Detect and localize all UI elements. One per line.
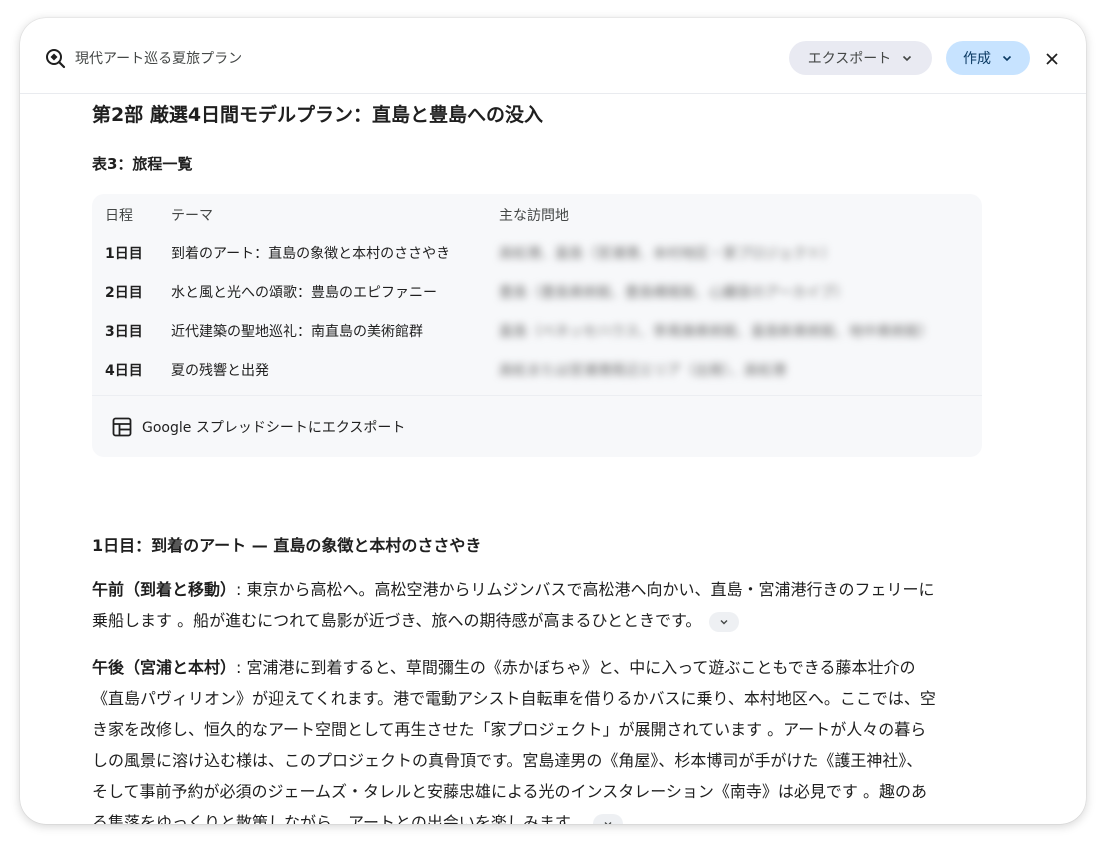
day-cell: 1日目 bbox=[105, 246, 143, 262]
export-to-sheets-label: Google スプレッドシートにエクスポート bbox=[142, 419, 406, 436]
chevron-down-icon bbox=[720, 619, 728, 624]
theme-cell: 到着のアート：直島の象徴と本村のささやき bbox=[171, 246, 451, 262]
morning-label: 午前（到着と移動） bbox=[92, 580, 237, 599]
chevron-down-icon bbox=[604, 821, 612, 824]
paragraph-line: 午後（宮浦と本村）: 宮浦港に到着すると、草間彌生の《赤かぼちゃ》と、中に入って… bbox=[92, 652, 1012, 683]
places-cell: 高松または宮浦港周辺エリア（出発）、高松港 bbox=[499, 363, 786, 379]
paragraph-line: 午前（到着と移動）: 東京から高松へ。高松空港からリムジンバスで高松港へ向かい、… bbox=[92, 574, 1012, 605]
day-cell: 4日目 bbox=[105, 363, 143, 379]
chevron-down-icon bbox=[901, 52, 913, 64]
places-cell: 高松港、直島（宮浦港、本村地区・家プロジェクト） bbox=[499, 246, 835, 262]
day-cell: 3日目 bbox=[105, 324, 143, 340]
column-header-places: 主な訪問地 bbox=[499, 208, 569, 224]
create-button[interactable]: 作成 bbox=[946, 41, 1030, 75]
paragraph-line: 《直島パヴィリオン》が迎えてくれます。港で電動アシスト自転車を借りるかバスに乗り… bbox=[92, 689, 936, 708]
expand-source-button[interactable] bbox=[593, 813, 624, 824]
expand-source-button[interactable] bbox=[709, 611, 740, 632]
morning-text: 乗船します 。船が進むにつれて島影が近づき、旅への期待感が高まるひとときです。 bbox=[92, 611, 702, 630]
theme-cell: 水と風と光への頌歌：豊島のエピファニー bbox=[171, 285, 437, 301]
table-row: 1日目 到着のアート：直島の象徴と本村のささやき 高松港、直島（宮浦港、本村地区… bbox=[92, 232, 982, 271]
paragraph-line: 乗船します 。船が進むにつれて島影が近づき、旅への期待感が高まるひとときです。 bbox=[92, 605, 1012, 636]
table-header-row: 日程 テーマ 主な訪問地 bbox=[92, 194, 982, 233]
theme-cell: 夏の残響と出発 bbox=[171, 363, 269, 379]
day1-heading: 1日目：到着のアート — 直島の象徴と本村のささやき bbox=[92, 536, 482, 555]
theme-cell: 近代建築の聖地巡礼：南直島の美術館群 bbox=[171, 324, 423, 340]
afternoon-text: る集落をゆっくりと散策しながら、アートとの出会いを楽しみます。 bbox=[92, 813, 586, 824]
export-to-sheets-button[interactable]: Google スプレッドシートにエクスポート bbox=[92, 395, 982, 457]
document-window: 現代アート巡る夏旅プラン エクスポート 作成 第2部 厳選4日間モデルプラン：直… bbox=[20, 18, 1086, 824]
table-row: 2日目 水と風と光への頌歌：豊島のエピファニー 豊島（豊島美術館、豊島横尾館、心… bbox=[92, 271, 982, 310]
table-row: 4日目 夏の残響と出発 高松または宮浦港周辺エリア（出発）、高松港 bbox=[92, 349, 982, 388]
document-title: 現代アート巡る夏旅プラン bbox=[75, 51, 243, 67]
top-bar: 現代アート巡る夏旅プラン エクスポート 作成 bbox=[20, 18, 1086, 94]
table-grid-icon bbox=[111, 416, 133, 438]
column-header-theme: テーマ bbox=[171, 208, 213, 224]
export-button[interactable]: エクスポート bbox=[789, 41, 932, 75]
table-caption: 表3：旅程一覧 bbox=[92, 155, 193, 173]
brand: 現代アート巡る夏旅プラン bbox=[44, 47, 242, 69]
itinerary-table: 日程 テーマ 主な訪問地 1日目 到着のアート：直島の象徴と本村のささやき 高松… bbox=[92, 194, 982, 457]
paragraph-line: しの風景に溶け込む様は、このプロジェクトの真骨頂です。宮島達男の《角屋》、杉本博… bbox=[92, 751, 923, 770]
table-row: 3日目 近代建築の聖地巡礼：南直島の美術館群 直島（ベネッセハウス、李禹煥美術館… bbox=[92, 310, 982, 349]
day-cell: 2日目 bbox=[105, 285, 143, 301]
section-title: 第2部 厳選4日間モデルプラン：直島と豊島への没入 bbox=[92, 104, 544, 126]
chevron-down-icon bbox=[1001, 52, 1013, 64]
close-icon[interactable] bbox=[1041, 48, 1063, 70]
morning-text: : 東京から高松へ。高松空港からリムジンバスで高松港へ向かい、直島・宮浦港行きの… bbox=[236, 580, 935, 599]
export-button-label: エクスポート bbox=[807, 51, 892, 67]
explore-logo-icon bbox=[44, 47, 66, 69]
afternoon-text: : 宮浦港に到着すると、草間彌生の《赤かぼちゃ》と、中に入って遊ぶこともできる藤… bbox=[236, 658, 916, 677]
paragraph-line: き家を改修し、恒久的なアート空間として再生させた「家プロジェクト」が展開されてい… bbox=[92, 720, 927, 739]
create-button-label: 作成 bbox=[963, 51, 991, 67]
places-cell: 直島（ベネッセハウス、李禹煥美術館、直島新美術館、地中美術館） bbox=[499, 324, 933, 340]
paragraph-line: る集落をゆっくりと散策しながら、アートとの出会いを楽しみます。 bbox=[92, 807, 1012, 824]
column-header-day: 日程 bbox=[105, 208, 133, 224]
morning-paragraph: 午前（到着と移動）: 東京から高松へ。高松空港からリムジンバスで高松港へ向かい、… bbox=[92, 574, 1012, 636]
afternoon-paragraph: 午後（宮浦と本村）: 宮浦港に到着すると、草間彌生の《赤かぼちゃ》と、中に入って… bbox=[92, 652, 1012, 824]
paragraph-line: そして事前予約が必須のジェームズ・タレルと安藤忠雄による光のインスタレーション《… bbox=[92, 782, 928, 801]
places-cell: 豊島（豊島美術館、豊島横尾館、心臓音のアーカイブ） bbox=[499, 285, 849, 301]
afternoon-label: 午後（宮浦と本村） bbox=[92, 658, 237, 677]
